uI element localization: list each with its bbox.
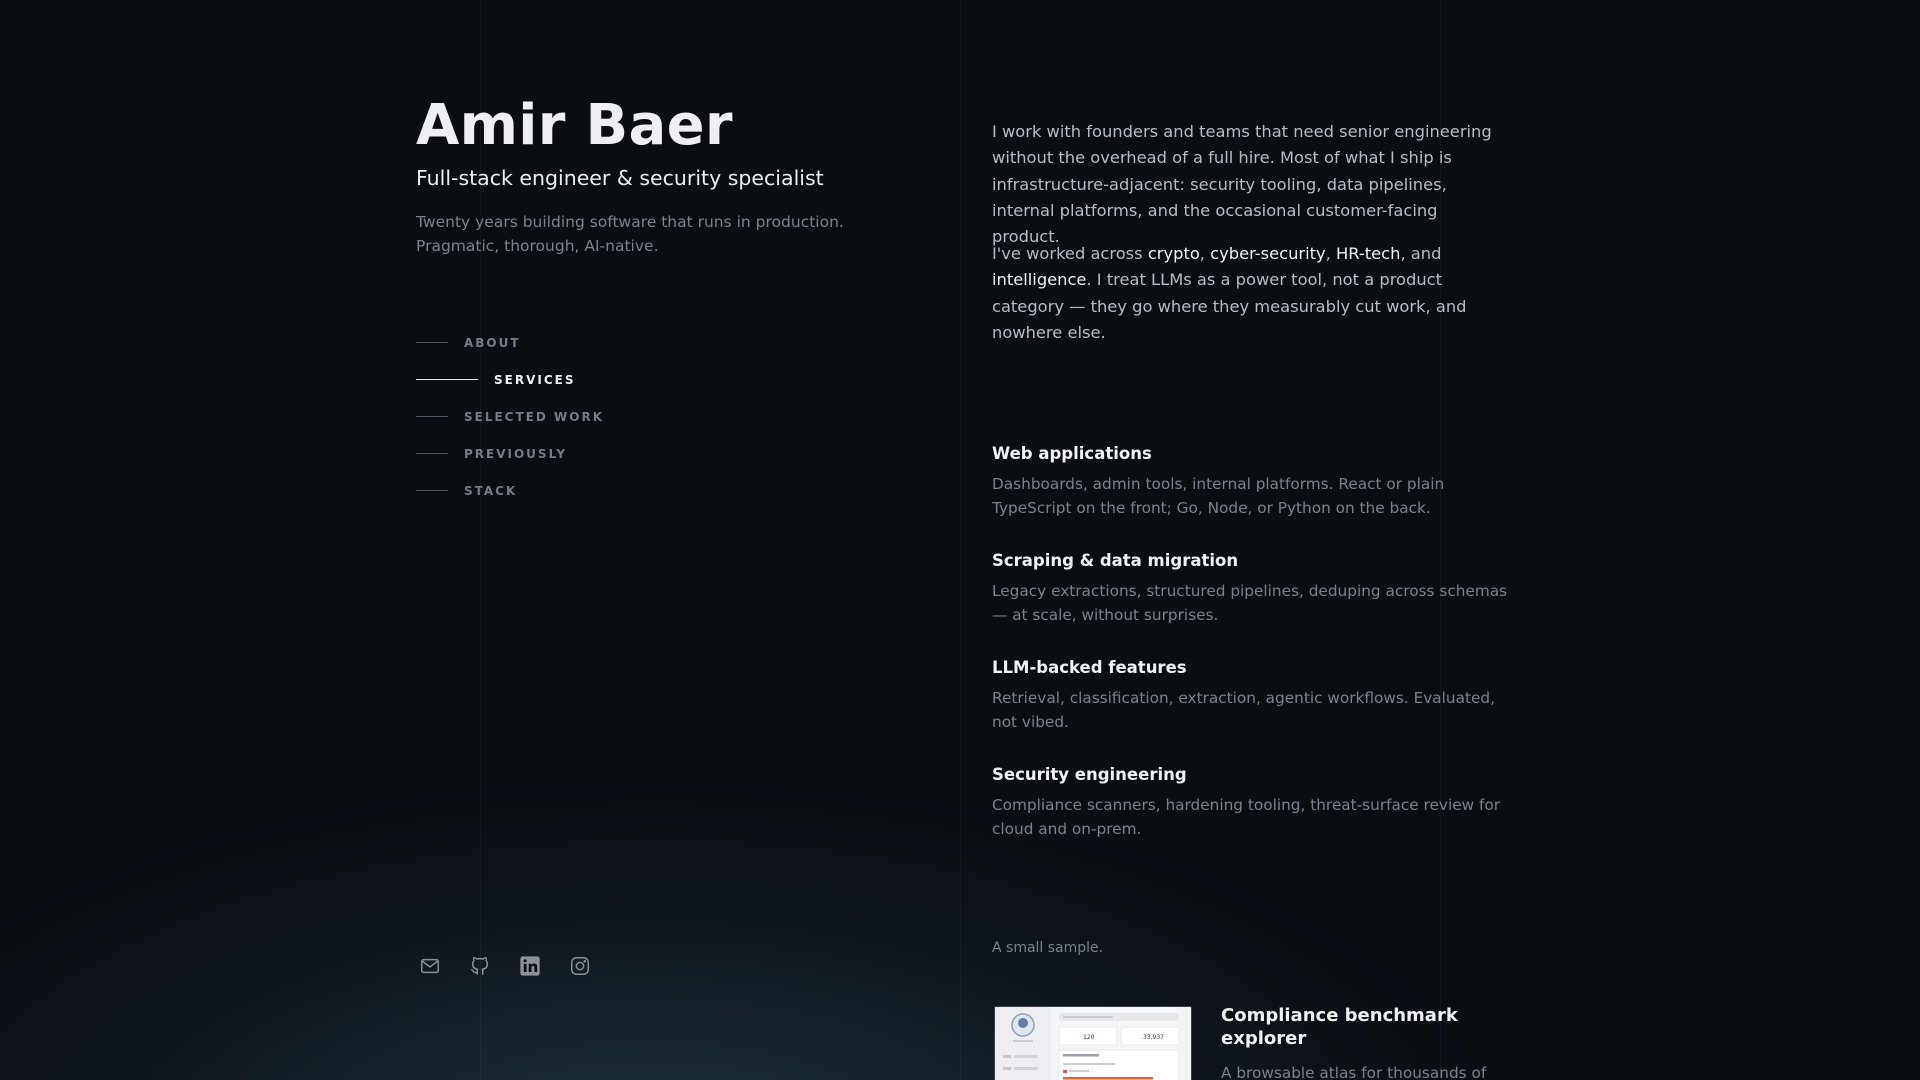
about-paragraph: I've worked across crypto, cyber-securit… (992, 241, 1510, 346)
nav-item-services[interactable]: SERVICES (416, 361, 604, 398)
about-paragraph: I work with founders and teams that need… (992, 122, 1492, 247)
github-link[interactable] (466, 952, 494, 980)
section-nav: ABOUT SERVICES SELECTED WORK PREVIOUSLY … (416, 324, 604, 509)
thumb-stat-1: 120 (1083, 1034, 1095, 1041)
service-item: Scraping & data migration Legacy extract… (992, 549, 1510, 627)
github-icon (471, 957, 489, 975)
sidebar: Amir Baer Full-stack engineer & security… (416, 0, 876, 1080)
nav-indicator-line (416, 490, 448, 491)
thumbnail-screenshot: 120 33,937 (995, 1007, 1191, 1080)
linkedin-link[interactable] (516, 952, 544, 980)
work-card[interactable]: 120 33,937 Compliance benchmark explorer… (992, 1006, 1510, 1080)
service-description: Legacy extractions, structured pipelines… (992, 582, 1508, 624)
domain-crypto: crypto (1147, 244, 1200, 263)
thumb-stat-2: 33,937 (1143, 1034, 1164, 1041)
social-links (416, 952, 616, 980)
service-title: Web applications (992, 444, 1152, 463)
service-title: Scraping & data migration (992, 551, 1239, 570)
nav-item-label: STACK (464, 483, 518, 498)
about-text: , (1325, 244, 1336, 263)
linkedin-icon (520, 956, 540, 976)
service-item: Security engineering Compliance scanners… (992, 763, 1510, 841)
grid-guide-line (960, 0, 961, 1080)
work-thumbnail: 120 33,937 (994, 1006, 1192, 1080)
service-title: Security engineering (992, 765, 1187, 784)
mail-link[interactable] (416, 952, 444, 980)
tagline-line: Pragmatic, thorough, AI-native. (416, 237, 659, 255)
site-name: Amir Baer (416, 93, 733, 158)
domain-intelligence: intelligence (992, 270, 1087, 290)
instagram-link[interactable] (566, 952, 594, 980)
service-description: Retrieval, classification, extraction, a… (992, 689, 1495, 731)
service-item: LLM-backed features Retrieval, classific… (992, 656, 1510, 734)
instagram-icon (571, 957, 589, 975)
about-text: I've worked across (992, 244, 1148, 263)
nav-indicator-line (416, 416, 448, 417)
nav-item-stack[interactable]: STACK (416, 472, 604, 509)
work-intro: A small sample. (992, 940, 1104, 956)
work-description: A browsable atlas for thousands of (1221, 1064, 1487, 1080)
nav-item-label: SERVICES (494, 372, 576, 387)
main-content: I work with founders and teams that need… (992, 0, 1512, 1080)
nav-item-selected-work[interactable]: SELECTED WORK (416, 398, 604, 435)
work-title: Compliance benchmark explorer (1221, 1006, 1458, 1049)
service-description: Dashboards, admin tools, internal platfo… (992, 475, 1445, 517)
about-text: , and (1400, 244, 1442, 263)
tagline-line: Twenty years building software that runs… (416, 213, 844, 231)
nav-item-previously[interactable]: PREVIOUSLY (416, 435, 604, 472)
service-item: Web applications Dashboards, admin tools… (992, 442, 1510, 520)
role-subtitle: Full-stack engineer & security specialis… (416, 166, 824, 190)
tagline: Twenty years building software that runs… (416, 210, 876, 258)
nav-item-about[interactable]: ABOUT (416, 324, 604, 361)
service-description: Compliance scanners, hardening tooling, … (992, 796, 1501, 838)
about-text: , (1199, 244, 1211, 263)
nav-item-label: SELECTED WORK (464, 409, 604, 424)
domain-cyber-security: cyber-security (1210, 244, 1326, 263)
domain-hr-tech: HR-tech (1336, 244, 1401, 263)
nav-indicator-line (416, 379, 478, 380)
nav-indicator-line (416, 342, 448, 343)
nav-item-label: PREVIOUSLY (464, 446, 568, 461)
nav-item-label: ABOUT (464, 335, 521, 350)
mail-icon (421, 958, 439, 974)
service-title: LLM-backed features (992, 658, 1187, 677)
nav-indicator-line (416, 453, 448, 454)
